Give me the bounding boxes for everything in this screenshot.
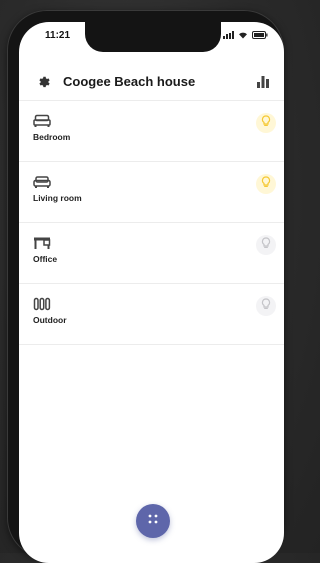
light-toggle[interactable] [256,113,276,133]
lightbulb-icon [261,236,271,254]
room-label: Bedroom [33,132,71,142]
light-toggle[interactable] [256,296,276,316]
room-item-living-room[interactable]: Living room [19,161,284,222]
grid-dots-icon [147,512,159,530]
bar-chart-icon[interactable] [256,74,270,88]
phone-frame: 11:21 Coogee Beach house Bedroom Living … [7,10,284,563]
room-list: Bedroom Living room Office Outdoor [19,100,284,345]
status-time: 11:21 [45,30,71,41]
lightbulb-icon [261,175,271,193]
signal-icon [223,31,234,39]
room-item-bedroom[interactable]: Bedroom [19,100,284,161]
gear-icon[interactable] [36,75,50,89]
room-label: Outdoor [33,315,67,325]
light-toggle[interactable] [256,235,276,255]
lightbulb-icon [261,297,271,315]
wifi-icon [238,31,248,39]
lightbulb-icon [261,114,271,132]
status-icons [223,31,268,39]
heater-icon [33,297,51,311]
room-item-office[interactable]: Office [19,222,284,283]
phone-notch [85,22,221,52]
bed-icon [33,114,51,128]
app-header: Coogee Beach house [19,62,284,98]
desk-icon [33,236,51,250]
room-item-outdoor[interactable]: Outdoor [19,283,284,345]
room-label: Office [33,254,58,264]
sofa-icon [33,175,51,189]
page-title: Coogee Beach house [63,74,196,89]
app-screen: 11:21 Coogee Beach house Bedroom Living … [19,22,284,563]
battery-icon [252,31,268,39]
light-toggle[interactable] [256,174,276,194]
room-label: Living room [33,193,82,203]
menu-fab-button[interactable] [136,504,170,538]
